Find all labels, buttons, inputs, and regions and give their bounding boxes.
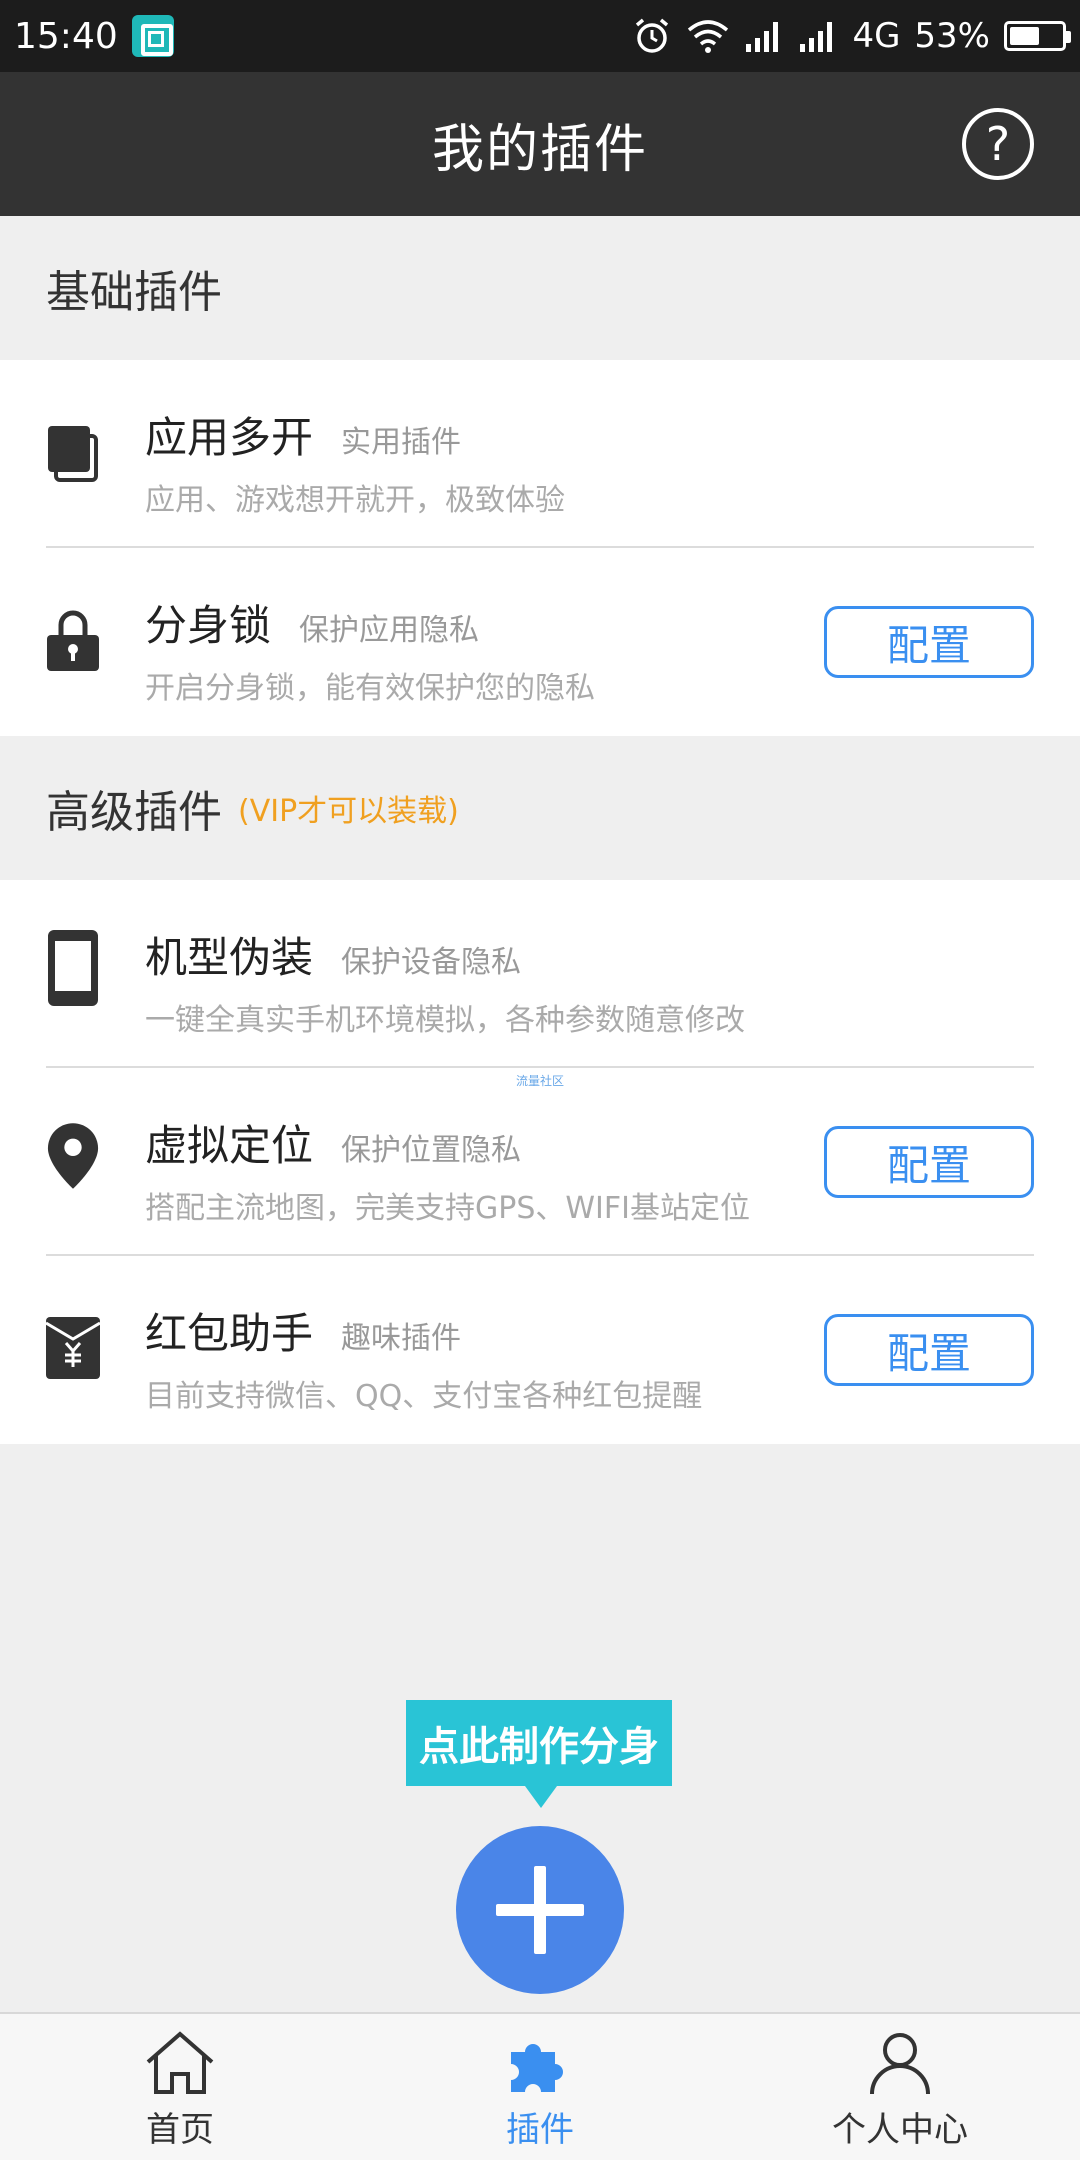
create-clone-tooltip[interactable]: 点此制作分身 <box>406 1700 672 1786</box>
battery-percent: 53% <box>914 16 990 56</box>
plugin-text: 虚拟定位 保护位置隐私 搭配主流地图，完美支持GPS、WIFI基站定位 <box>145 1112 750 1227</box>
configure-button[interactable]: 配置 <box>824 1314 1034 1386</box>
page-title: 我的插件 <box>431 119 648 180</box>
plugin-name: 虚拟定位 <box>145 1121 314 1170</box>
status-right: 4G 53% <box>632 16 1071 56</box>
nav-label: 插件 <box>506 2110 574 2150</box>
add-clone-button[interactable] <box>456 1826 624 1994</box>
signal-icon-2 <box>800 22 833 52</box>
multi-window-icon <box>46 422 100 486</box>
help-icon: ? <box>985 117 1011 171</box>
user-icon <box>870 2033 930 2095</box>
network-type: 4G <box>852 16 901 56</box>
status-time: 15:40 <box>14 15 118 57</box>
plugin-row-red-envelope[interactable]: 红包助手 趣味插件 目前支持微信、QQ、支付宝各种红包提醒 配置 <box>0 1256 1080 1444</box>
status-left: 15:40 <box>14 15 174 57</box>
plugin-tag: 保护位置隐私 <box>341 1133 522 1168</box>
nav-label: 首页 <box>146 2110 214 2150</box>
section-header-basic: 基础插件 <box>0 216 1080 360</box>
configure-button[interactable]: 配置 <box>824 606 1034 678</box>
signal-icon <box>746 22 779 52</box>
plugin-tag: 趣味插件 <box>341 1321 462 1356</box>
plus-icon-vertical <box>534 1866 546 1954</box>
title-bar: 我的插件 ? <box>0 72 1080 216</box>
plugin-text: 红包助手 趣味插件 目前支持微信、QQ、支付宝各种红包提醒 <box>145 1300 702 1415</box>
plugin-desc: 搭配主流地图，完美支持GPS、WIFI基站定位 <box>145 1191 750 1226</box>
plugin-tag: 保护应用隐私 <box>299 613 480 648</box>
home-icon <box>146 2031 214 2094</box>
phone-icon <box>46 930 100 1006</box>
plugin-row-device-disguise[interactable]: 机型伪装 保护设备隐私 一键全真实手机环境模拟，各种参数随意修改 <box>0 880 1080 1068</box>
alarm-icon <box>636 18 669 53</box>
plugin-row-multi-open[interactable]: 应用多开 实用插件 应用、游戏想开就开，极致体验 <box>0 360 1080 548</box>
tooltip-tail <box>525 1786 557 1808</box>
plugin-desc: 开启分身锁，能有效保护您的隐私 <box>145 671 595 706</box>
plugin-row-virtual-location[interactable]: 虚拟定位 保护位置隐私 搭配主流地图，完美支持GPS、WIFI基站定位 配置 <box>0 1068 1080 1256</box>
bottom-nav: 首页 插件 个人中心 <box>0 2012 1080 2160</box>
plugin-desc: 目前支持微信、QQ、支付宝各种红包提醒 <box>145 1379 703 1414</box>
nav-item-profile[interactable]: 个人中心 <box>720 2014 1080 2160</box>
section-title-basic: 基础插件 <box>46 267 222 318</box>
status-bar: 15:40 4G 53% <box>0 0 1080 72</box>
section-header-advanced: 高级插件 (VIP才可以装载) <box>0 736 1080 880</box>
screenshot-scan-icon <box>131 15 174 57</box>
nav-item-plugins[interactable]: 插件 <box>360 2014 720 2160</box>
wifi-icon <box>688 20 729 53</box>
plugin-text: 机型伪装 保护设备隐私 一键全真实手机环境模拟，各种参数随意修改 <box>145 924 745 1039</box>
plugin-row-clone-lock[interactable]: 分身锁 保护应用隐私 开启分身锁，能有效保护您的隐私 配置 <box>0 548 1080 736</box>
plugin-name: 红包助手 <box>145 1309 314 1358</box>
plugin-text: 分身锁 保护应用隐私 开启分身锁，能有效保护您的隐私 <box>145 592 595 707</box>
location-pin-icon <box>46 1123 100 1189</box>
plugin-text: 应用多开 实用插件 应用、游戏想开就开，极致体验 <box>145 404 565 519</box>
lock-icon <box>46 608 100 672</box>
vip-note: (VIP才可以装载) <box>238 794 459 829</box>
plugin-name: 机型伪装 <box>145 933 314 982</box>
nav-item-home[interactable]: 首页 <box>0 2014 360 2160</box>
plugin-name: 应用多开 <box>145 413 314 462</box>
battery-icon <box>1004 21 1071 51</box>
plugin-tag: 保护设备隐私 <box>341 945 522 980</box>
plugin-desc: 一键全真实手机环境模拟，各种参数随意修改 <box>145 1003 745 1038</box>
advanced-plugin-list: 机型伪装 保护设备隐私 一键全真实手机环境模拟，各种参数随意修改 流量社区 虚拟定… <box>0 880 1080 1444</box>
section-title-advanced: 高级插件 <box>46 787 222 838</box>
plugin-desc: 应用、游戏想开就开，极致体验 <box>145 483 565 518</box>
help-button[interactable]: ? <box>962 108 1034 180</box>
plugin-name: 分身锁 <box>145 601 272 650</box>
red-envelope-icon <box>46 1316 100 1380</box>
puzzle-icon <box>511 2044 563 2092</box>
plugin-tag: 实用插件 <box>341 425 462 460</box>
configure-button[interactable]: 配置 <box>824 1126 1034 1198</box>
basic-plugin-list: 应用多开 实用插件 应用、游戏想开就开，极致体验 分身锁 保护应用隐私 开启分身锁，… <box>0 360 1080 736</box>
nav-label: 个人中心 <box>832 2110 968 2150</box>
